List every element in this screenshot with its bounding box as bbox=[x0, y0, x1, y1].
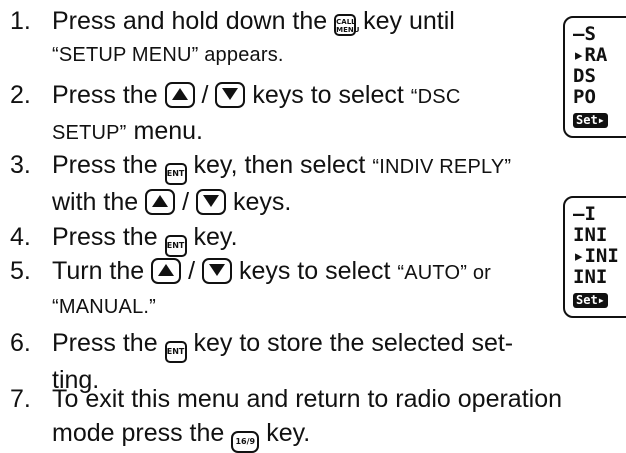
step-number: 5. bbox=[10, 257, 31, 285]
step-line: Press the ENT key to store the selected … bbox=[52, 326, 557, 363]
ent-key-icon: ENT bbox=[164, 341, 187, 363]
lcd-display-setup-menu: —S ▸RA DS PO Set▸ bbox=[563, 16, 626, 138]
lcd-line: INI bbox=[573, 224, 608, 246]
lcd-line: —I bbox=[573, 203, 596, 225]
down-arrow-key-icon bbox=[215, 82, 246, 108]
set-indicator: Set▸ bbox=[573, 113, 608, 128]
step-line: Press the ENT key, then select “INDIV RE… bbox=[52, 148, 557, 185]
step-line: Press the ENT key. bbox=[52, 220, 557, 257]
ent-key-icon: ENT bbox=[164, 163, 187, 185]
step-line: SETUP” menu. bbox=[52, 117, 203, 145]
step-line: Turn the / keys to select “AUTO” or bbox=[52, 257, 492, 285]
call-menu-key-icon: CALL MENU bbox=[334, 14, 359, 36]
step-line: with the / keys. bbox=[52, 188, 292, 216]
step-line: Press the / keys to select “DSC bbox=[52, 81, 461, 109]
up-arrow-key-icon bbox=[151, 258, 182, 284]
lcd-line: ▸RA bbox=[573, 44, 608, 66]
lcd-line: INI bbox=[573, 266, 608, 288]
step-number: 1. bbox=[10, 7, 31, 35]
down-arrow-key-icon bbox=[195, 189, 226, 215]
lcd-line: DS bbox=[573, 65, 596, 87]
step-number: 2. bbox=[10, 81, 31, 109]
step-line: mode press the 16/9 key. bbox=[52, 416, 617, 453]
step-line: “SETUP MENU” appears. bbox=[52, 44, 284, 66]
up-arrow-key-icon bbox=[164, 82, 195, 108]
step-line: “MANUAL.” bbox=[52, 296, 157, 318]
step-number: 4. bbox=[10, 223, 31, 251]
set-indicator: Set▸ bbox=[573, 293, 608, 308]
step-number: 7. bbox=[10, 385, 31, 413]
down-arrow-key-icon bbox=[202, 258, 232, 284]
lcd-line: PO bbox=[573, 86, 596, 108]
step-line: To exit this menu and return to radio op… bbox=[52, 385, 563, 413]
lcd-line: —S bbox=[573, 23, 596, 45]
instruction-steps: 1. Press and hold down the CALL MENU key … bbox=[0, 0, 626, 453]
up-arrow-key-icon bbox=[145, 189, 176, 215]
step-number: 3. bbox=[10, 151, 31, 179]
step-line: Press and hold down the CALL MENU key unt… bbox=[52, 7, 455, 36]
lcd-line: ▸INI bbox=[573, 245, 619, 267]
step-number: 6. bbox=[10, 329, 31, 357]
lcd-display-dsc-setup: —I INI ▸INI INI Set▸ bbox=[563, 196, 626, 318]
